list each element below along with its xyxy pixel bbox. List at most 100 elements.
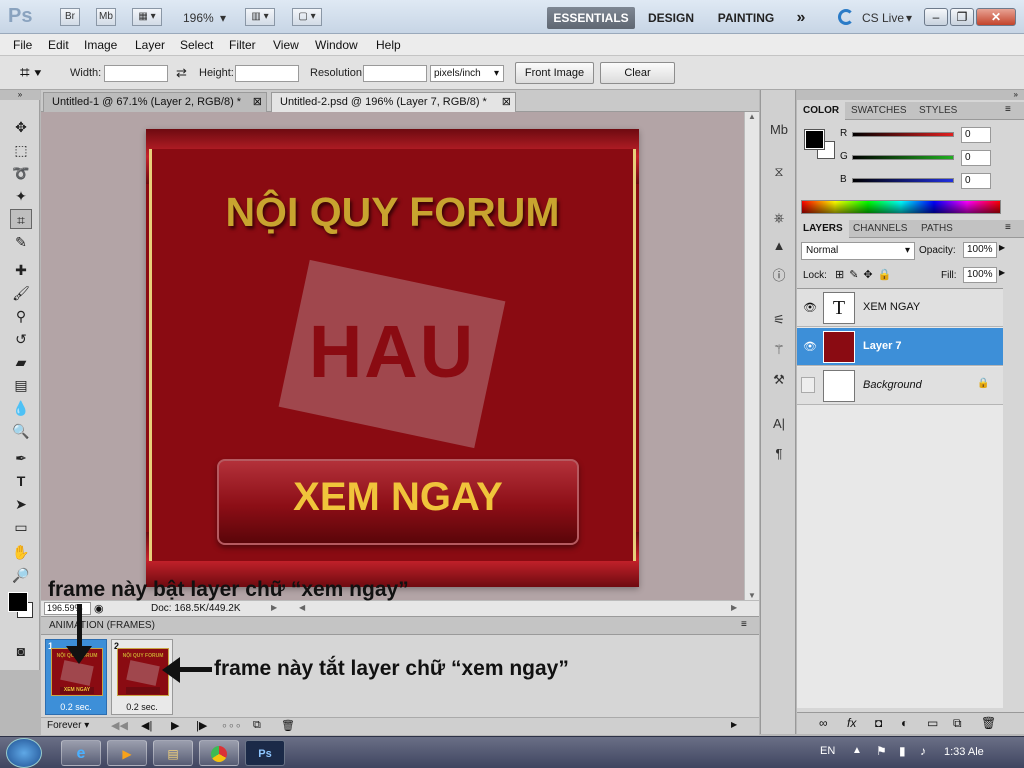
start-button[interactable] [6, 738, 42, 768]
path-selection-tool-icon[interactable]: ➤ [10, 494, 32, 514]
brush-presets-panel-icon[interactable]: ⚟ [769, 310, 789, 330]
cs-live-dropdown-icon[interactable]: ▾ [906, 11, 912, 25]
gradient-tool-icon[interactable]: ▤ [10, 375, 32, 395]
green-value-input[interactable]: 0 [961, 150, 991, 166]
layer-row-xem-ngay[interactable]: 👁 T XEM NGAY [797, 289, 1003, 327]
resolution-unit-select[interactable]: pixels/inch ▾ [430, 65, 504, 82]
crop-tool-preset-icon[interactable]: ⌗ ▾ [20, 63, 41, 83]
dodge-tool-icon[interactable]: 🔍 [10, 421, 32, 441]
volume-icon[interactable]: ♪ [920, 744, 926, 758]
quick-selection-tool-icon[interactable]: ✦ [10, 186, 32, 206]
eyedropper-tool-icon[interactable]: ✎ [10, 232, 32, 252]
eye-icon[interactable]: 👁 [803, 340, 817, 353]
restore-button[interactable]: ❐ [950, 8, 974, 26]
visibility-toggle-off[interactable] [801, 377, 815, 393]
action-center-icon[interactable]: ⚑ [876, 744, 887, 758]
first-frame-icon[interactable]: ◀◀ [111, 719, 128, 732]
tab-untitled-2[interactable]: Untitled-2.psd @ 196% (Layer 7, RGB/8) *… [271, 92, 516, 112]
frame-delay[interactable]: 0.2 sec. [112, 702, 172, 712]
menu-layer[interactable]: Layer [135, 38, 165, 52]
tab-color[interactable]: COLOR [797, 102, 846, 120]
blue-value-input[interactable]: 0 [961, 173, 991, 189]
crop-tool-icon[interactable]: ⌗ [10, 209, 32, 229]
tab-styles[interactable]: STYLES [913, 102, 963, 120]
link-layers-icon[interactable]: ∞ [819, 716, 828, 730]
swap-dimensions-icon[interactable]: ⇄ [176, 65, 187, 81]
panel-menu-icon[interactable]: ≡ [1005, 104, 1011, 115]
menu-window[interactable]: Window [315, 38, 358, 52]
clear-button[interactable]: Clear [600, 62, 675, 84]
color-spectrum-bar[interactable] [801, 200, 1001, 214]
layer-style-icon[interactable]: fx [847, 716, 856, 730]
loop-select[interactable]: Forever ▾ [47, 720, 89, 731]
layer-row-layer-7[interactable]: 👁 Layer 7 [797, 328, 1003, 366]
status-info-icon[interactable]: ◉ [94, 602, 104, 615]
adjustment-layer-icon[interactable]: ◐ [901, 716, 908, 730]
vertical-scrollbar[interactable]: ▲ ▼ [744, 112, 759, 600]
info-panel-icon[interactable]: ⓘ [769, 266, 789, 286]
screen-mode-button[interactable]: ▢ ▾ [292, 8, 322, 26]
tab-untitled-1[interactable]: Untitled-1 @ 67.1% (Layer 2, RGB/8) * ⊠ [43, 92, 267, 112]
layer-row-background[interactable]: Background 🔒 [797, 367, 1003, 405]
more-workspaces-icon[interactable]: » [788, 7, 814, 29]
mini-bridge-panel-icon[interactable]: Mb [769, 120, 789, 140]
new-layer-icon[interactable]: ⧉ [953, 716, 962, 731]
tab-swatches[interactable]: SWATCHES [845, 102, 913, 120]
close-button[interactable]: ✕ [976, 8, 1016, 26]
scroll-right-icon[interactable]: ▶ [731, 720, 737, 729]
color-foreground-swatch[interactable] [804, 129, 825, 150]
tool-presets-panel-icon[interactable]: ⚒ [769, 370, 789, 390]
foreground-color-swatch[interactable] [8, 592, 28, 612]
zoom-dropdown-icon[interactable]: ▾ [220, 11, 226, 25]
tab-paths[interactable]: PATHS [915, 220, 959, 238]
zoom-level[interactable]: 196% [183, 11, 214, 25]
workspace-essentials[interactable]: ESSENTIALS [547, 7, 635, 29]
status-zoom[interactable]: 196.59% [44, 602, 91, 615]
history-panel-icon[interactable]: ⧖ [769, 162, 789, 182]
move-tool-icon[interactable]: ✥ [10, 117, 32, 137]
show-hidden-icons[interactable]: ▲ [852, 745, 862, 756]
eraser-tool-icon[interactable]: ▰ [10, 352, 32, 372]
menu-file[interactable]: File [13, 38, 32, 52]
lock-icons[interactable]: ⊞✎✥🔒 [835, 268, 896, 281]
clone-stamp-tool-icon[interactable]: ⚲ [10, 306, 32, 326]
duplicate-frame-icon[interactable]: ⧉ [253, 719, 261, 732]
scroll-right-icon[interactable]: ▶ [731, 603, 737, 612]
language-indicator[interactable]: EN [820, 745, 835, 757]
panel-menu-icon[interactable]: ≡ [741, 619, 747, 630]
brush-tool-icon[interactable]: 🖌 [10, 283, 32, 303]
menu-view[interactable]: View [273, 38, 299, 52]
tools-collapse-icon[interactable]: » [0, 90, 40, 100]
eye-icon[interactable]: 👁 [803, 301, 817, 314]
panels-collapse-icon[interactable]: » [797, 90, 1024, 100]
blend-mode-select[interactable]: Normal ▾ [801, 242, 915, 260]
hand-tool-icon[interactable]: ✋ [10, 542, 32, 562]
lasso-tool-icon[interactable]: ➰ [10, 163, 32, 183]
media-player-icon[interactable]: ▶ [107, 740, 147, 766]
scroll-left-icon[interactable]: ◀ [299, 603, 305, 612]
quick-mask-icon[interactable]: ◙ [10, 641, 32, 661]
width-input[interactable] [104, 65, 168, 82]
close-tab-icon[interactable]: ⊠ [502, 93, 511, 111]
zoom-tool-icon[interactable]: 🔎 [10, 565, 32, 585]
layer-mask-icon[interactable]: ◘ [875, 716, 882, 730]
new-group-icon[interactable]: ▭ [927, 716, 938, 730]
histogram-panel-icon[interactable]: ▲ [769, 236, 789, 256]
workspace-design[interactable]: DESIGN [643, 7, 699, 29]
canvas-area[interactable]: NỘI QUY FORUM HAU XEM NGAY [41, 112, 744, 600]
clock[interactable]: 1:33 Ale [944, 746, 984, 758]
menu-filter[interactable]: Filter [229, 38, 256, 52]
network-icon[interactable]: ▮ [899, 744, 906, 758]
navigator-panel-icon[interactable]: ⎈ [769, 208, 789, 228]
red-slider[interactable] [852, 132, 954, 137]
menu-edit[interactable]: Edit [48, 38, 69, 52]
horizontal-scrollbar[interactable]: 196.59% ◉ Doc: 168.5K/449.2K ▶ ◀ ▶ [41, 600, 759, 616]
internet-explorer-icon[interactable]: e [61, 740, 101, 766]
view-extras-button[interactable]: ▦ ▾ [132, 8, 162, 26]
type-tool-icon[interactable]: T [10, 471, 32, 491]
bridge-button[interactable]: Br [60, 8, 80, 26]
close-tab-icon[interactable]: ⊠ [253, 93, 262, 111]
play-icon[interactable]: ▶ [171, 719, 179, 732]
delete-frame-icon[interactable]: 🗑 [281, 719, 295, 732]
menu-help[interactable]: Help [376, 38, 401, 52]
